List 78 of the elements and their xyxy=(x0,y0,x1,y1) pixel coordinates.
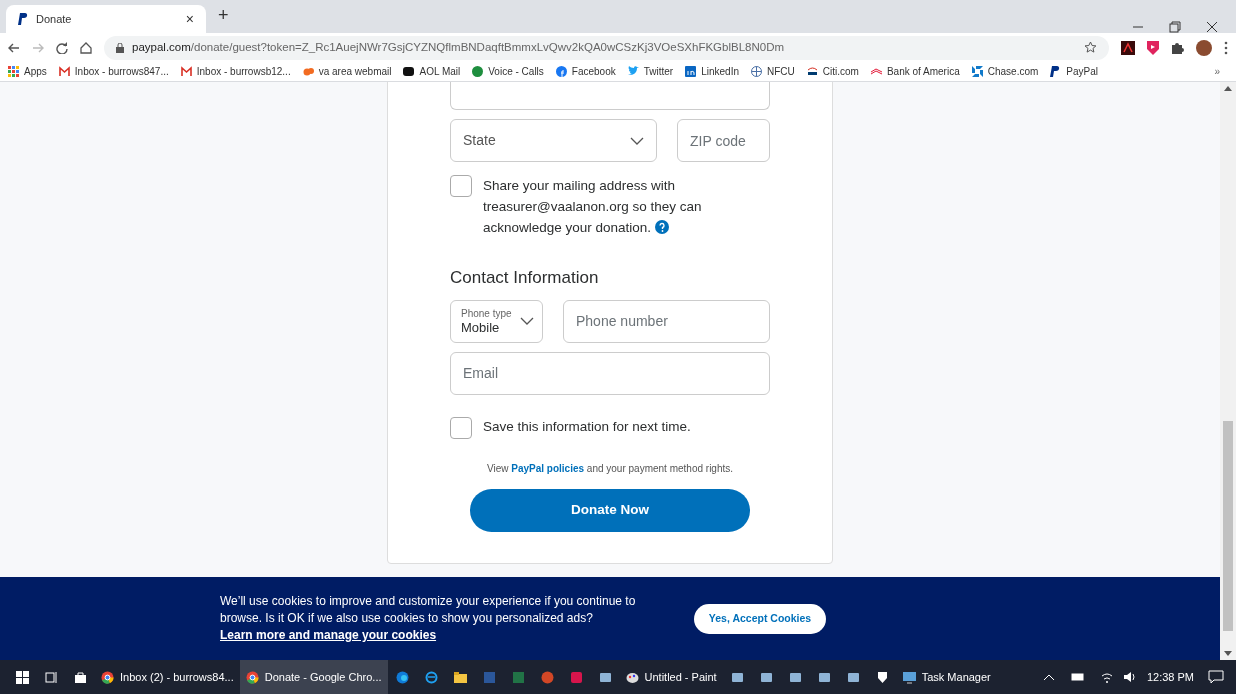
accept-cookies-button[interactable]: Yes, Accept Cookies xyxy=(694,603,826,634)
bookmark-link[interactable]: NFCU xyxy=(767,64,795,79)
paypal-logo-icon xyxy=(18,13,28,25)
shopping-bag-icon[interactable] xyxy=(74,670,87,684)
share-address-label: Share your mailing address with treasurer@vaalanon.org so they can acknowledge your donation. xyxy=(483,177,703,237)
star-icon[interactable] xyxy=(1084,41,1097,54)
bookmark-link[interactable]: Apps xyxy=(24,64,47,79)
close-icon[interactable] xyxy=(1206,21,1218,33)
monitor-icon xyxy=(902,670,916,684)
shield-icon[interactable] xyxy=(875,670,889,684)
task-view-icon[interactable] xyxy=(45,670,58,684)
taskbar-button[interactable]: Untitled - Paint xyxy=(619,660,723,694)
lock-icon xyxy=(116,42,124,53)
state-dropdown[interactable]: State xyxy=(450,119,657,162)
globe-icon[interactable] xyxy=(751,66,762,77)
phone-number-field[interactable]: Phone number xyxy=(563,299,770,343)
chevron-down-icon xyxy=(630,136,644,145)
mail-icon[interactable] xyxy=(58,66,70,77)
pdf-icon[interactable] xyxy=(1121,40,1135,55)
paint-palette-icon xyxy=(625,670,639,684)
donate-button[interactable]: Donate Now xyxy=(470,488,750,532)
wifi-icon[interactable] xyxy=(1100,671,1113,683)
spreadsheet-icon[interactable] xyxy=(511,670,525,684)
chevron-down-icon xyxy=(520,317,534,325)
more-bookmarks-button[interactable]: » xyxy=(1214,64,1228,79)
close-tab-button[interactable]: × xyxy=(185,8,194,30)
more-icon[interactable] xyxy=(1224,40,1228,55)
bookmark-link[interactable]: Citi.com xyxy=(822,64,859,79)
bookmark-link[interactable]: Facebook xyxy=(571,64,616,79)
bookmark-link[interactable]: Twitter xyxy=(643,64,674,79)
policy-text: View PayPal policies and your payment method rights. xyxy=(485,461,735,476)
presentation-icon[interactable] xyxy=(540,670,554,684)
scroll-down-icon[interactable] xyxy=(1224,651,1232,656)
bookmark-link[interactable]: va area webmail xyxy=(318,64,392,79)
email-field[interactable]: Email xyxy=(450,351,770,395)
clock-text[interactable]: 12:38 PM xyxy=(1146,668,1194,686)
browser-tab[interactable]: Donate × xyxy=(6,5,206,33)
back-icon[interactable] xyxy=(8,41,20,54)
new-tab-button[interactable]: + xyxy=(206,2,241,33)
taskbar-button[interactable]: Donate - Google Chro... xyxy=(239,660,388,694)
windows-icon[interactable] xyxy=(16,670,29,684)
taskbar-button[interactable]: Inbox (2) - burrows84... xyxy=(95,660,240,694)
taskbar-button[interactable]: Task Manager xyxy=(896,660,997,694)
apps-grid-icon[interactable] xyxy=(8,66,19,77)
battery-icon[interactable] xyxy=(1070,673,1085,681)
cookie-message: We’ll use cookies to improve and customize your experience if you continue to browse. Is it OK if we also use cookies to show you personalized ads? xyxy=(220,593,637,627)
checkbox[interactable] xyxy=(450,416,472,439)
scrollbar[interactable] xyxy=(1220,82,1236,660)
cookie-settings-link[interactable]: Learn more and manage your cookies xyxy=(220,627,660,644)
help-icon[interactable] xyxy=(654,220,669,234)
zip-code-field[interactable]: ZIP code xyxy=(677,119,770,162)
bookmark-link[interactable]: Chase.com xyxy=(987,64,1039,79)
chevron-up-icon[interactable] xyxy=(1042,673,1055,681)
home-icon[interactable] xyxy=(80,41,92,54)
folder-icon[interactable] xyxy=(453,670,467,684)
edge-browser-icon[interactable] xyxy=(395,670,409,684)
bookmark-link[interactable]: LinkedIn xyxy=(701,64,739,79)
bookmark-link[interactable]: Inbox - burrowsb12... xyxy=(196,64,291,79)
policies-link[interactable]: PayPal policies xyxy=(511,462,585,474)
section-heading: Contact Information xyxy=(450,267,600,289)
checkbox[interactable] xyxy=(450,175,472,197)
mail-icon[interactable] xyxy=(180,66,192,77)
notification-icon[interactable] xyxy=(1208,670,1224,684)
address-bar[interactable]: paypal.com/donate/guest?token=Z_Rc1AuejNWr7GsjCYZNQflmBNDaqftBmmxLvQwv2kQA0wCSzKj3VOeSXhFKGblBL8N0Dm xyxy=(104,35,1109,60)
avatar-icon[interactable] xyxy=(1196,39,1212,56)
phone-type-dropdown[interactable]: Phone type Mobile xyxy=(450,299,543,343)
reload-icon[interactable] xyxy=(56,41,68,54)
save-info-label: Save this information for next time. xyxy=(483,418,691,437)
restore-icon[interactable] xyxy=(1169,21,1181,33)
bookmark-link[interactable]: AOL Mail xyxy=(419,64,461,79)
bookmark-link[interactable]: Bank of America xyxy=(886,64,960,79)
bookmark-link[interactable]: Inbox - burrows847... xyxy=(74,64,169,79)
bookmark-link[interactable]: Voice - Calls xyxy=(488,64,544,79)
bookmark-link[interactable]: PayPal xyxy=(1066,64,1098,79)
scroll-up-icon[interactable] xyxy=(1224,86,1232,91)
scrollbar-thumb[interactable] xyxy=(1223,421,1233,631)
puzzle-icon[interactable] xyxy=(1171,41,1184,54)
volume-icon[interactable] xyxy=(1122,671,1137,683)
